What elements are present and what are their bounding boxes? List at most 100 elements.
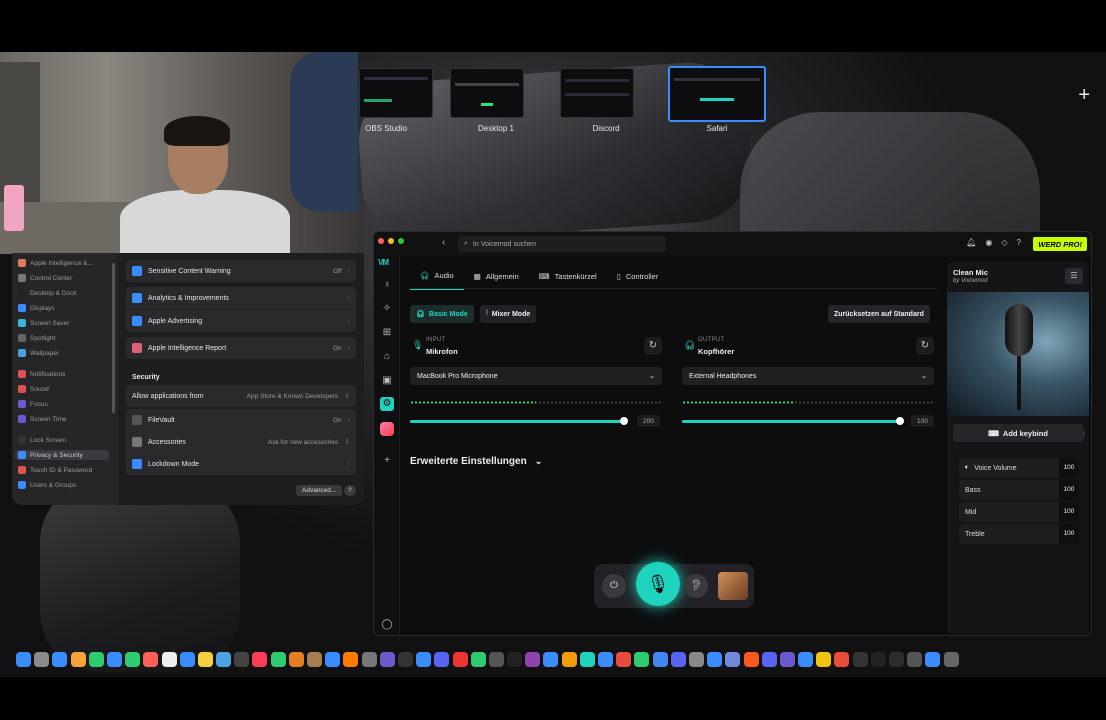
microphone-toggle-button[interactable]: 🎙︎ bbox=[636, 562, 680, 606]
input-device-select[interactable]: MacBook Pro Microphone ⌄ bbox=[410, 367, 662, 385]
dock-app-icon[interactable] bbox=[143, 651, 159, 667]
sidebar-item[interactable]: Apple Intelligence &... bbox=[18, 259, 93, 267]
sidebar-item[interactable]: Spotlight bbox=[18, 334, 55, 342]
dock-app-icon[interactable] bbox=[470, 651, 486, 667]
sidebar-item[interactable]: Lock Screen bbox=[18, 436, 66, 444]
space-thumbnail-safari[interactable] bbox=[668, 66, 766, 122]
store-icon[interactable]: ▣ bbox=[380, 374, 394, 388]
param-voice-volume[interactable]: 🔈︎ Voice Volume 100 bbox=[959, 458, 1079, 478]
dock-app-icon[interactable] bbox=[34, 651, 50, 667]
dock-app-icon[interactable] bbox=[52, 651, 68, 667]
dock-app-icon[interactable] bbox=[561, 651, 577, 667]
sensitive-content-row[interactable]: Sensitive Content Warning Off › bbox=[126, 260, 356, 282]
bell-icon[interactable]: 🔔︎ bbox=[966, 238, 976, 247]
sidebar-item[interactable]: Sound bbox=[18, 385, 49, 393]
dock-app-icon[interactable] bbox=[816, 651, 832, 667]
help-icon[interactable]: ? bbox=[1017, 238, 1021, 247]
dock-app-icon[interactable] bbox=[234, 651, 250, 667]
dock-app-icon[interactable] bbox=[270, 651, 286, 667]
dock-app-icon[interactable] bbox=[761, 651, 777, 667]
search-input[interactable]: ⌕ In Voicemod suchen bbox=[458, 236, 666, 252]
sidebar-item[interactable]: Focus bbox=[18, 400, 48, 408]
dock-app-icon[interactable] bbox=[943, 651, 959, 667]
effects-icon[interactable]: ✧ bbox=[380, 302, 394, 316]
input-volume-slider[interactable] bbox=[410, 417, 628, 425]
dock-app-icon[interactable] bbox=[652, 651, 668, 667]
basic-mode-button[interactable]: 🎧︎ Basic Mode bbox=[410, 305, 474, 323]
dock-app-icon[interactable] bbox=[416, 651, 432, 667]
output-refresh-button[interactable]: ↻ bbox=[916, 337, 934, 355]
dock-app-icon[interactable] bbox=[161, 651, 177, 667]
dock-app-icon[interactable] bbox=[616, 651, 632, 667]
space-thumbnail-obs[interactable] bbox=[359, 68, 433, 118]
dock-app-icon[interactable] bbox=[779, 651, 795, 667]
tag-icon[interactable]: ◇ bbox=[1001, 238, 1007, 247]
param-mid[interactable]: Mid 100 bbox=[959, 502, 1079, 522]
sidebar-item-privacy-security[interactable]: Privacy & Security bbox=[15, 450, 109, 460]
tab-audio[interactable]: 🎧︎ Audio bbox=[410, 268, 464, 290]
settings-gear-icon[interactable]: ⚙ bbox=[380, 397, 394, 411]
allow-applications-select[interactable]: App Store & Known Developers bbox=[247, 393, 338, 400]
dock-app-icon[interactable] bbox=[707, 651, 723, 667]
zoom-window-button[interactable] bbox=[398, 238, 404, 244]
dock-app-icon[interactable] bbox=[543, 651, 559, 667]
dock-app-icon[interactable] bbox=[106, 651, 122, 667]
dock-app-icon[interactable] bbox=[343, 651, 359, 667]
dock-app-icon[interactable] bbox=[452, 651, 468, 667]
dock-app-icon[interactable] bbox=[252, 651, 268, 667]
dock-app-icon[interactable] bbox=[361, 651, 377, 667]
dock-app-icon[interactable] bbox=[634, 651, 650, 667]
voice-avatar[interactable] bbox=[718, 572, 748, 600]
add-icon[interactable]: + bbox=[380, 454, 394, 468]
analytics-row[interactable]: Analytics & Improvements › bbox=[126, 287, 356, 309]
dock-app-icon[interactable] bbox=[397, 651, 413, 667]
sidebar-item[interactable]: Desktop & Dock bbox=[18, 289, 77, 297]
discord-icon[interactable]: ◉ bbox=[985, 238, 992, 247]
pro-button[interactable]: WERD PRO! bbox=[1033, 237, 1087, 251]
sidebar-item[interactable]: Users & Groups bbox=[18, 481, 76, 489]
lockdown-mode-row[interactable]: Lockdown Mode › bbox=[126, 453, 356, 475]
back-arrow-icon[interactable]: ‹ bbox=[442, 237, 445, 248]
output-device-select[interactable]: External Headphones ⌄ bbox=[682, 367, 934, 385]
sidebar-item[interactable]: Notifications bbox=[18, 370, 65, 378]
dock-app-icon[interactable] bbox=[488, 651, 504, 667]
accessories-row[interactable]: Accessories Ask for new accessories ⇕ bbox=[126, 431, 356, 453]
advanced-button[interactable]: Advanced... bbox=[296, 485, 343, 496]
dock-app-icon[interactable] bbox=[870, 651, 886, 667]
apple-intelligence-report-row[interactable]: Apple Intelligence Report On › bbox=[126, 337, 356, 359]
tab-controller[interactable]: ▯ Controller bbox=[607, 268, 669, 290]
add-keybind-button[interactable]: ⌨ Add keybind bbox=[953, 424, 1083, 442]
dock-app-icon[interactable] bbox=[434, 651, 450, 667]
input-refresh-button[interactable]: ↻ bbox=[644, 337, 662, 355]
param-treble[interactable]: Treble 100 bbox=[959, 524, 1079, 544]
dock-app-icon[interactable] bbox=[125, 651, 141, 667]
hear-myself-icon[interactable]: 👂︎ bbox=[684, 574, 708, 598]
dock-app-icon[interactable] bbox=[88, 651, 104, 667]
space-thumbnail-discord[interactable] bbox=[560, 68, 634, 118]
dock-app-icon[interactable] bbox=[725, 651, 741, 667]
soundboard-icon[interactable]: ⊞ bbox=[380, 326, 394, 340]
power-icon[interactable]: ⏻ bbox=[602, 574, 626, 598]
param-bass[interactable]: Bass 100 bbox=[959, 480, 1079, 500]
minimize-window-button[interactable] bbox=[388, 238, 394, 244]
space-thumbnail-desktop[interactable] bbox=[450, 68, 524, 118]
dock-app-icon[interactable] bbox=[379, 651, 395, 667]
dock-app-icon[interactable] bbox=[598, 651, 613, 667]
close-window-button[interactable] bbox=[378, 238, 384, 244]
sidebar-item[interactable]: Displays bbox=[18, 304, 55, 312]
dock-app-icon[interactable] bbox=[288, 651, 304, 667]
voicebox-icon[interactable]: ♁ bbox=[380, 278, 394, 292]
dock-app-icon[interactable] bbox=[925, 651, 941, 667]
dock-app-icon[interactable] bbox=[197, 651, 213, 667]
slider-handle[interactable] bbox=[619, 417, 628, 425]
sidebar-item[interactable]: Wallpaper bbox=[18, 349, 59, 357]
dock-app-icon[interactable] bbox=[16, 651, 31, 667]
dock-app-icon[interactable] bbox=[798, 651, 814, 667]
dock-app-icon[interactable] bbox=[507, 651, 523, 667]
tab-tastenkuerzel[interactable]: ⌨ Tastenkürzel bbox=[529, 268, 607, 290]
mixer-mode-button[interactable]: ⫶ Mixer Mode bbox=[480, 305, 537, 323]
tab-allgemein[interactable]: ▦ Allgemein bbox=[464, 268, 529, 290]
avatar-app-icon[interactable] bbox=[380, 422, 394, 436]
dock-app-icon[interactable] bbox=[688, 651, 704, 667]
filevault-row[interactable]: FileVault On › bbox=[126, 409, 356, 431]
